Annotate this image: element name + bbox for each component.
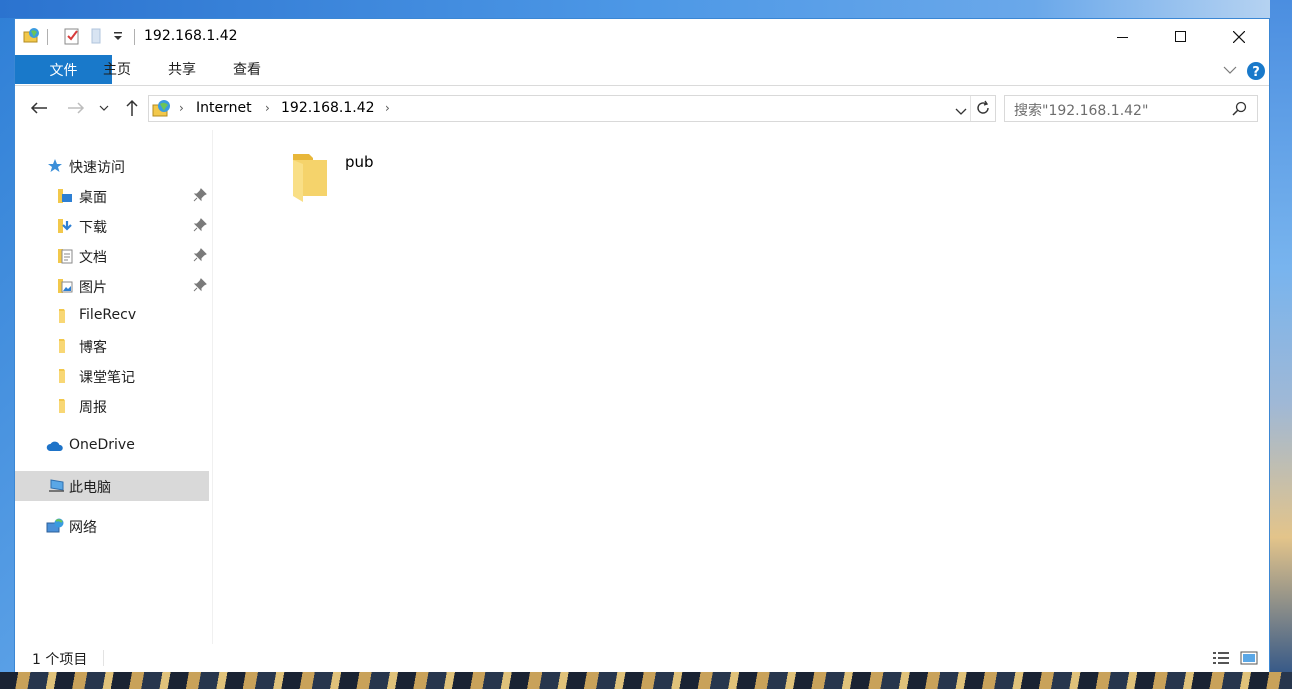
tab-home[interactable]: 主页 — [91, 55, 143, 83]
ribbon-tabs: 文件 主页 共享 查看 ? — [15, 55, 1269, 85]
network-icon — [46, 518, 64, 534]
breadcrumb-separator[interactable]: › — [179, 101, 184, 115]
star-icon — [47, 158, 63, 174]
properties-icon[interactable] — [63, 27, 81, 45]
breadcrumb-host[interactable]: 192.168.1.42 — [281, 100, 375, 116]
minimize-icon — [1117, 37, 1128, 38]
sidebar-item-label: 下载 — [79, 220, 107, 236]
sidebar-item-label: 课堂笔记 — [79, 370, 135, 386]
back-button[interactable] — [29, 98, 49, 118]
close-icon — [1233, 31, 1245, 43]
pin-icon[interactable] — [193, 188, 207, 202]
sidebar-item-downloads[interactable]: 下载 — [15, 211, 209, 241]
customize-toolbar-icon[interactable] — [112, 29, 130, 47]
forward-button[interactable] — [66, 98, 86, 118]
navigation-pane: 快速访问 桌面 下载 文档 图片 FileRecv 博客 课堂笔记 周报 One… — [15, 130, 212, 644]
sidebar-item-label: 此电脑 — [69, 480, 111, 496]
sidebar-item-quick-access[interactable]: 快速访问 — [15, 151, 209, 181]
sidebar-item-onedrive[interactable]: OneDrive — [15, 431, 209, 461]
documents-folder-icon — [57, 248, 73, 264]
sidebar-item-this-pc[interactable]: 此电脑 — [15, 471, 209, 501]
list-item[interactable]: pub — [285, 148, 395, 208]
address-dropdown-icon[interactable] — [955, 104, 967, 120]
sidebar-item-class-notes[interactable]: 课堂笔记 — [15, 361, 209, 391]
pin-icon[interactable] — [193, 278, 207, 292]
maximize-button[interactable] — [1152, 19, 1210, 55]
back-arrow-icon — [30, 102, 47, 114]
new-folder-icon[interactable] — [89, 27, 107, 45]
folder-icon — [57, 308, 73, 324]
network-location-icon — [152, 99, 172, 123]
cloud-icon — [46, 438, 63, 454]
folder-icon — [289, 150, 329, 206]
folder-icon — [57, 368, 73, 384]
sidebar-item-label: 图片 — [79, 280, 107, 296]
sidebar-item-network[interactable]: 网络 — [15, 511, 209, 541]
sidebar-item-label: 文档 — [79, 250, 107, 266]
details-view-icon[interactable] — [1212, 650, 1230, 666]
navigation-bar: › Internet › 192.168.1.42 › 搜索"192.168.1… — [15, 86, 1269, 130]
sidebar-item-label: 快速访问 — [69, 160, 125, 176]
help-icon[interactable]: ? — [1247, 62, 1265, 84]
up-button[interactable] — [122, 98, 142, 118]
chevron-down-icon — [99, 105, 109, 111]
file-explorer-window: 192.168.1.42 文件 主页 共享 查看 ? › Internet › … — [14, 18, 1270, 672]
refresh-icon[interactable] — [975, 100, 991, 120]
sidebar-item-label: 网络 — [69, 520, 97, 536]
sidebar-item-label: OneDrive — [69, 437, 135, 453]
window-title: 192.168.1.42 — [144, 28, 238, 44]
breadcrumb-internet[interactable]: Internet — [196, 100, 252, 116]
tab-view[interactable]: 查看 — [221, 55, 273, 83]
recent-locations-button[interactable] — [97, 98, 111, 118]
sidebar-item-documents[interactable]: 文档 — [15, 241, 209, 271]
breadcrumb-separator[interactable]: › — [265, 101, 270, 115]
search-placeholder: 搜索"192.168.1.42" — [1014, 103, 1149, 119]
sidebar-item-desktop[interactable]: 桌面 — [15, 181, 209, 211]
desktop-folder-icon — [57, 188, 73, 204]
pin-icon[interactable] — [193, 218, 207, 232]
sidebar-item-blog[interactable]: 博客 — [15, 331, 209, 361]
network-location-icon[interactable] — [23, 27, 41, 45]
file-list: pub — [213, 130, 1253, 644]
sidebar-item-weekly-report[interactable]: 周报 — [15, 391, 209, 421]
desktop-wallpaper-top — [0, 0, 1292, 18]
folder-icon — [57, 398, 73, 414]
address-bar[interactable]: › Internet › 192.168.1.42 › — [148, 95, 996, 122]
sidebar-item-filerecv[interactable]: FileRecv — [15, 301, 209, 331]
large-icons-view-icon[interactable] — [1240, 650, 1258, 666]
computer-icon — [48, 478, 64, 494]
pin-icon[interactable] — [193, 248, 207, 262]
sidebar-item-label: FileRecv — [79, 307, 137, 323]
vertical-scrollbar[interactable] — [1255, 130, 1269, 644]
desktop-wallpaper-bottom — [0, 672, 1292, 689]
sidebar-item-label: 周报 — [79, 400, 107, 416]
sidebar-item-label: 博客 — [79, 340, 107, 356]
title-bar: 192.168.1.42 — [15, 19, 1269, 55]
search-box[interactable]: 搜索"192.168.1.42" — [1004, 95, 1258, 122]
folder-icon — [57, 338, 73, 354]
sidebar-item-pictures[interactable]: 图片 — [15, 271, 209, 301]
desktop-wallpaper-right — [1270, 0, 1292, 672]
item-count: 1 个项目 — [32, 652, 88, 668]
maximize-icon — [1175, 31, 1186, 42]
sidebar-item-label: 桌面 — [79, 190, 107, 206]
search-icon[interactable] — [1232, 101, 1247, 120]
pictures-folder-icon — [57, 278, 73, 294]
breadcrumb-separator[interactable]: › — [385, 101, 390, 115]
close-button[interactable] — [1210, 19, 1268, 55]
downloads-folder-icon — [57, 218, 73, 234]
expand-ribbon-icon[interactable] — [1223, 63, 1237, 79]
minimize-button[interactable] — [1094, 19, 1152, 55]
folder-name: pub — [345, 153, 374, 171]
svg-text:?: ? — [1252, 65, 1260, 80]
tab-share[interactable]: 共享 — [156, 55, 208, 83]
status-bar: 1 个项目 — [15, 644, 1269, 672]
forward-arrow-icon — [68, 102, 85, 114]
up-arrow-icon — [126, 99, 138, 116]
